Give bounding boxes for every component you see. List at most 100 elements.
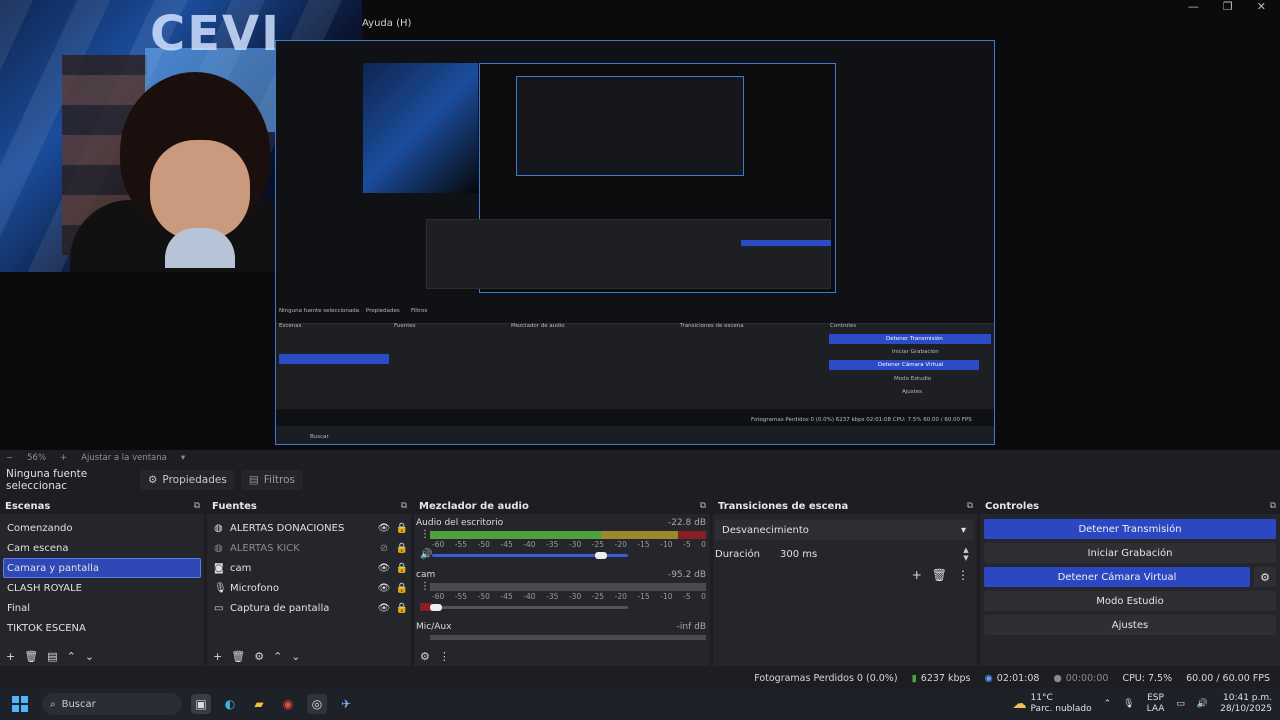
virtual-camera-settings-icon[interactable]: ⚙ xyxy=(1254,567,1276,587)
taskbar-search[interactable]: ⌕ Buscar xyxy=(42,693,182,715)
volume-icon[interactable]: 🔊 xyxy=(1197,699,1208,709)
undock-icon[interactable]: ⧉ xyxy=(194,501,200,511)
undock-icon[interactable]: ⧉ xyxy=(967,501,973,511)
stop-streaming-button[interactable]: Detener Transmisión xyxy=(984,519,1276,539)
volume-slider[interactable] xyxy=(432,552,628,559)
task-view-icon[interactable]: ▣ xyxy=(191,694,211,714)
speaker-icon[interactable]: 🔊 xyxy=(420,549,432,560)
fps: 60.00 / 60.00 FPS xyxy=(1186,672,1270,684)
lock-icon[interactable]: 🔒 xyxy=(393,543,411,554)
meter-tick-label: -5 xyxy=(683,592,691,601)
add-icon[interactable]: + xyxy=(6,650,15,663)
filters-button[interactable]: ▤ Filtros xyxy=(240,470,303,490)
chrome-icon[interactable]: ◉ xyxy=(278,694,298,714)
duration-spinner[interactable]: ▲ ▼ xyxy=(959,546,973,562)
windows-start-icon[interactable] xyxy=(12,696,28,712)
lock-icon[interactable]: 🔒 xyxy=(393,563,411,574)
program-preview[interactable]: CEVI Ayuda (H) — ❐ ✕ Ninguna fuente sele… xyxy=(0,0,1280,450)
trash-icon[interactable]: 🗑 xyxy=(231,650,245,663)
meter-tick-label: -30 xyxy=(568,592,582,601)
captured-menu-label: Ayuda (H) xyxy=(362,18,412,29)
level-meter xyxy=(430,583,706,591)
mixer-settings-icon[interactable]: ⚙ xyxy=(420,650,430,663)
eye-icon[interactable]: 👁 xyxy=(375,563,393,574)
eye-icon[interactable]: 👁 xyxy=(375,583,393,594)
source-item[interactable]: ◍ ALERTAS DONACIONES 👁 🔒 xyxy=(207,518,411,538)
meter-tick-label: -50 xyxy=(477,540,490,549)
transition-select[interactable]: Desvanecimiento ▾ xyxy=(715,520,973,540)
zoom-out-button[interactable]: − xyxy=(6,453,13,463)
language-indicator[interactable]: ESP LAA xyxy=(1147,693,1165,715)
level-meter xyxy=(430,635,706,640)
chevron-down-icon[interactable]: ⌄ xyxy=(291,650,300,663)
meter-tick-label: -25 xyxy=(591,540,605,549)
more-menu-icon[interactable]: ⋮ xyxy=(439,650,450,663)
duration-row: Duración 300 ms ▲ ▼ xyxy=(715,544,973,564)
eye-icon[interactable]: 👁 xyxy=(375,523,393,534)
zoom-in-button[interactable]: + xyxy=(60,453,67,463)
add-icon[interactable]: + xyxy=(912,568,922,582)
scene-item[interactable]: Comenzando xyxy=(0,518,204,538)
lock-icon[interactable]: 🔒 xyxy=(393,603,411,614)
source-item[interactable]: ▭ Captura de pantalla 👁 🔒 xyxy=(207,598,411,618)
undock-icon[interactable]: ⧉ xyxy=(401,501,407,511)
duration-input[interactable]: 300 ms xyxy=(776,544,959,564)
properties-button[interactable]: ⚙ Propiedades xyxy=(140,470,235,490)
scene-item[interactable]: Cam escena xyxy=(0,538,204,558)
fit-to-window-label[interactable]: Ajustar a la ventana xyxy=(81,453,167,463)
monitor-icon: ▭ xyxy=(214,602,224,614)
undock-icon[interactable]: ⧉ xyxy=(1270,501,1276,511)
microphone-icon[interactable]: 🎙 xyxy=(1123,699,1134,709)
source-item[interactable]: ◍ ALERTAS KICK ⊘ 🔒 xyxy=(207,538,411,558)
scene-item-selected[interactable]: Camara y pantalla xyxy=(3,558,201,578)
transition-toolbar: + 🗑 ⋮ xyxy=(912,568,969,582)
filter-icon[interactable]: ▤ xyxy=(47,650,57,663)
zoom-dropdown-caret[interactable]: ▾ xyxy=(181,453,185,463)
start-recording-button[interactable]: Iniciar Grabación xyxy=(984,543,1276,563)
steam-icon[interactable]: ✈ xyxy=(336,694,356,714)
scene-item[interactable]: TIKTOK ESCENA xyxy=(0,618,204,638)
studio-mode-button[interactable]: Modo Estudio xyxy=(984,591,1276,611)
source-item[interactable]: ◙ cam 👁 🔒 xyxy=(207,558,411,578)
chevron-up-icon[interactable]: ⌃ xyxy=(1104,699,1112,709)
settings-button[interactable]: Ajustes xyxy=(984,615,1276,635)
obs-icon[interactable]: ◎ xyxy=(307,694,327,714)
eye-icon[interactable]: 👁 xyxy=(375,603,393,614)
lock-icon[interactable]: 🔒 xyxy=(393,583,411,594)
meter-tick-label: -30 xyxy=(568,540,582,549)
add-icon[interactable]: + xyxy=(213,650,222,663)
sources-title: Fuentes xyxy=(212,500,257,512)
more-menu-icon[interactable]: ⋮ xyxy=(957,568,969,582)
controls-dock: Controles ⧉ Detener Transmisión Iniciar G… xyxy=(980,498,1280,666)
trash-icon[interactable]: 🗑 xyxy=(932,568,947,582)
trash-icon[interactable]: 🗑 xyxy=(24,650,38,663)
gear-icon[interactable]: ⚙ xyxy=(254,650,264,663)
channel-menu-icon[interactable]: ⋮ xyxy=(420,582,430,592)
scene-item[interactable]: Final xyxy=(0,598,204,618)
clock[interactable]: 10:41 p.m. 28/10/2025 xyxy=(1220,693,1272,715)
eye-hidden-icon[interactable]: ⊘ xyxy=(375,543,393,554)
edge-icon[interactable]: ◐ xyxy=(220,694,240,714)
source-item[interactable]: 🎙 Microfono 👁 🔒 xyxy=(207,578,411,598)
undock-icon[interactable]: ⧉ xyxy=(700,501,706,511)
scene-item[interactable]: CLASH ROYALE xyxy=(0,578,204,598)
volume-slider[interactable] xyxy=(429,604,628,611)
stop-virtual-camera-button[interactable]: Detener Cámara Virtual xyxy=(984,567,1250,587)
meter-tick-label: -40 xyxy=(523,540,536,549)
meter-tick-label: -20 xyxy=(614,540,627,549)
audio-mixer-dock: Mezclador de audio ⧉ Audio del escritorio… xyxy=(414,498,710,666)
scenes-dock: Escenas ⧉ Comenzando Cam escena Camara y … xyxy=(0,498,204,666)
microphone-icon: 🎙 xyxy=(214,582,227,594)
chevron-up-icon[interactable]: ⌃ xyxy=(67,650,76,663)
chevron-up-icon[interactable]: ⌃ xyxy=(273,650,282,663)
chevron-down-icon: ▾ xyxy=(960,524,966,536)
zoom-level: 56% xyxy=(27,452,47,463)
captured-window-controls: — ❐ ✕ xyxy=(1187,0,1266,13)
gear-icon: ⚙ xyxy=(148,474,158,486)
chevron-down-icon[interactable]: ⌄ xyxy=(85,650,94,663)
weather-widget[interactable]: ☁ 11°C Parc. nublado xyxy=(1013,693,1092,715)
channel-menu-icon[interactable]: ⋮ xyxy=(420,530,430,540)
lock-icon[interactable]: 🔒 xyxy=(393,523,411,534)
file-explorer-icon[interactable]: ▰ xyxy=(249,694,269,714)
network-icon[interactable]: ▭ xyxy=(1176,699,1185,709)
